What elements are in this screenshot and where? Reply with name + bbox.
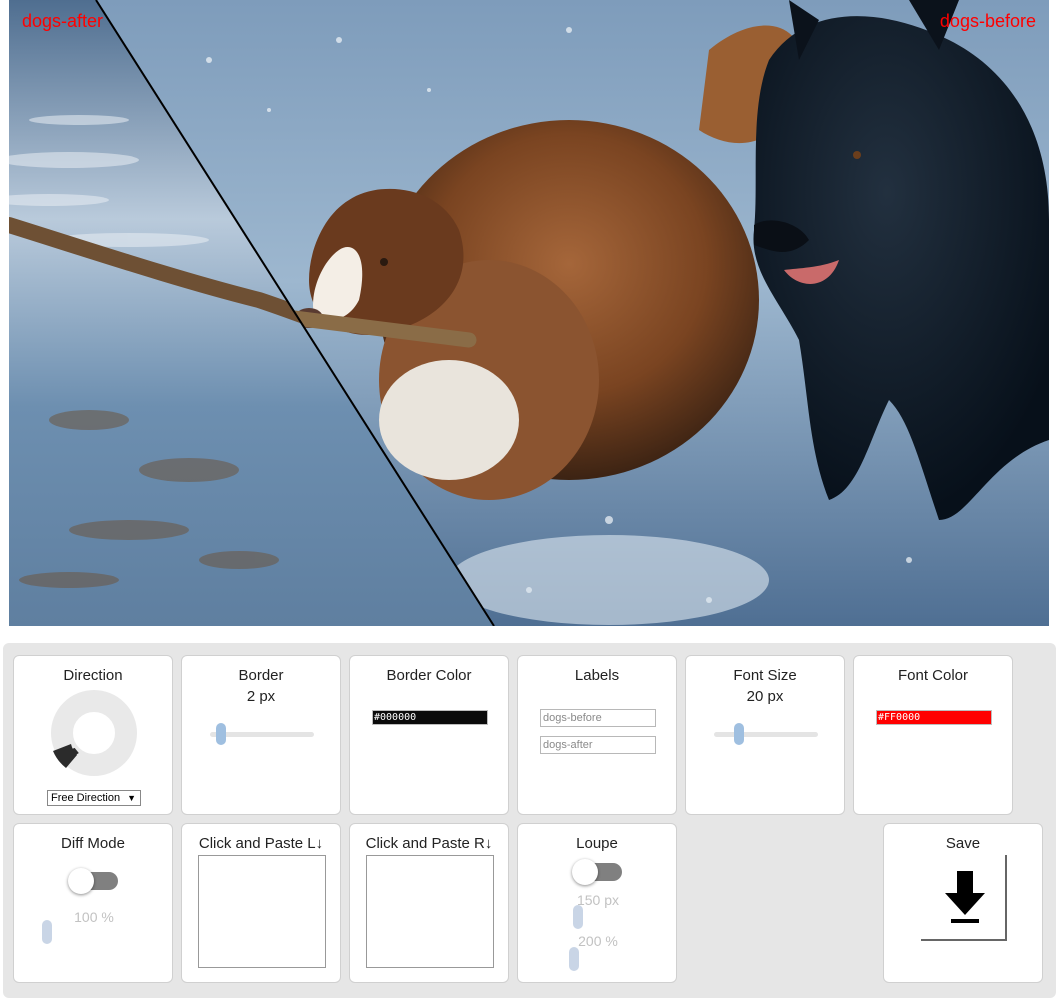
border-slider[interactable] [210,723,314,745]
diff-mode-toggle[interactable] [68,868,118,894]
border-slider-thumb[interactable] [216,723,226,745]
loupe-toggle[interactable] [572,859,622,885]
loupe-toggle-knob [572,859,598,885]
border-title: Border [238,667,284,684]
save-title: Save [945,835,981,852]
border-color-title: Border Color [386,667,472,684]
paste-left-area[interactable] [198,855,326,968]
paste-left-title: Click and Paste L↓ [198,835,324,852]
font-size-card: Font Size 20 px [685,655,845,815]
diff-mode-percent: 100 % [74,909,114,925]
direction-select-value: Free Direction [51,792,121,804]
direction-dial-icon[interactable] [50,689,138,777]
paste-right-area[interactable] [366,855,494,968]
font-color-input[interactable]: #FF0000 [876,710,992,725]
diff-mode-slider-thumb[interactable] [42,920,52,944]
save-button[interactable] [921,855,1007,941]
direction-title: Direction [63,667,123,684]
border-color-card: Border Color #000000 [349,655,509,815]
labels-title: Labels [574,667,620,684]
border-value: 2 px [246,688,276,705]
border-color-input[interactable]: #000000 [372,710,488,725]
image-comparison-viewer[interactable]: dogs-after dogs-before [9,0,1049,626]
paste-left-card: Click and Paste L↓ [181,823,341,983]
loupe-size-value: 150 px [576,892,620,908]
font-size-slider[interactable] [714,723,818,745]
diff-mode-card: Diff Mode 100 % [13,823,173,983]
loupe-card: Loupe 150 px 200 % [517,823,677,983]
direction-select[interactable]: Free Direction ▼ [47,790,141,806]
font-color-title: Font Color [897,667,969,684]
loupe-size-slider-thumb[interactable] [573,905,583,929]
chevron-down-icon: ▼ [127,793,136,803]
diff-mode-title: Diff Mode [61,835,125,852]
paste-right-title: Click and Paste R↓ [365,835,493,852]
before-label-input[interactable]: dogs-before [540,709,656,727]
loupe-zoom-value: 200 % [578,933,618,949]
font-size-slider-thumb[interactable] [734,723,744,745]
comparison-image [9,0,1049,626]
font-color-card: Font Color #FF0000 [853,655,1013,815]
save-card[interactable]: Save [883,823,1043,983]
download-icon [945,871,985,923]
diff-mode-toggle-knob [68,868,94,894]
before-image-label: dogs-before [939,11,1036,31]
after-label-input[interactable]: dogs-after [540,736,656,754]
after-image-label: dogs-after [22,11,104,31]
font-size-value: 20 px [746,688,784,705]
font-size-title: Font Size [733,667,797,684]
border-card: Border 2 px [181,655,341,815]
loupe-zoom-slider-thumb[interactable] [569,947,579,971]
control-panel: Direction Free Direction ▼ Border 2 px B… [3,643,1056,998]
loupe-title: Loupe [576,835,618,852]
paste-right-card: Click and Paste R↓ [349,823,509,983]
direction-card: Direction Free Direction ▼ [13,655,173,815]
labels-card: Labels dogs-before dogs-after [517,655,677,815]
